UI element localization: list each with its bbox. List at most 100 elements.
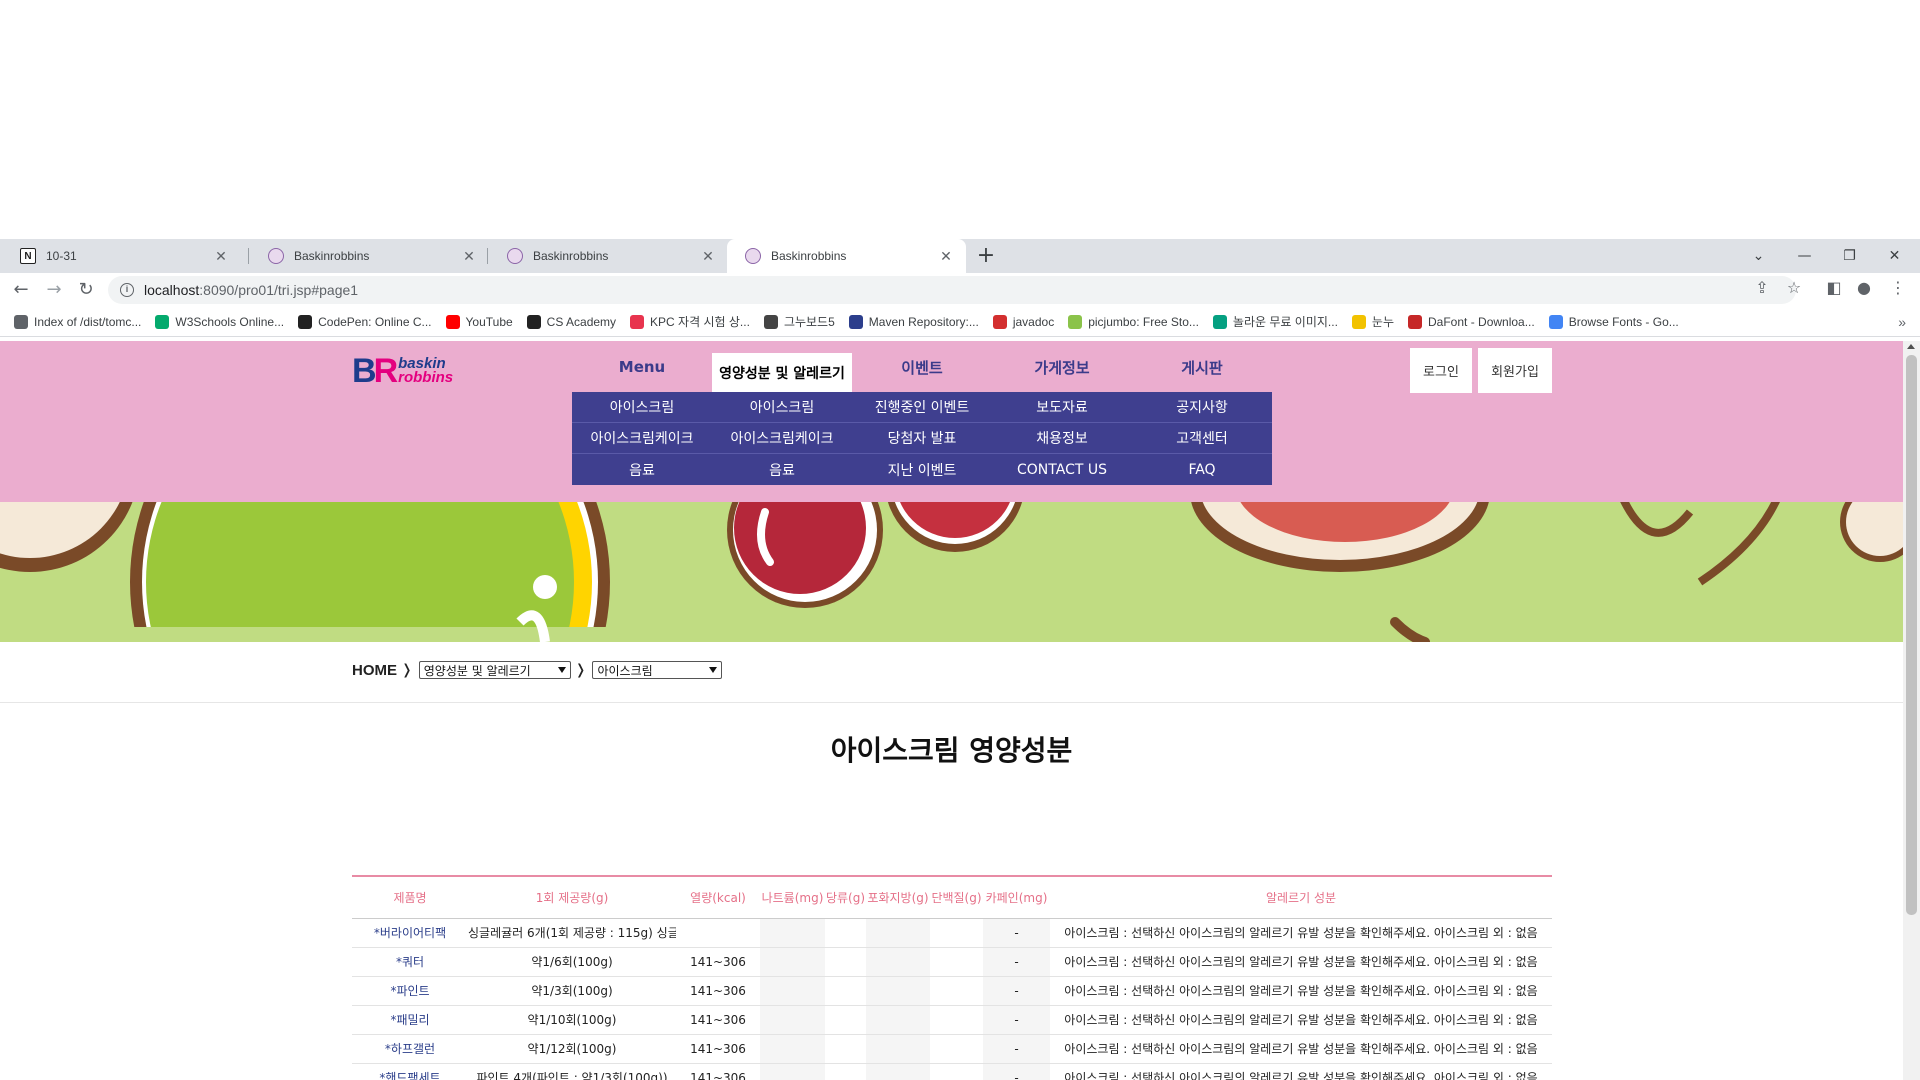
submenu-item[interactable]: 공지사항 — [1132, 392, 1272, 422]
nutrition-table: 제품명 1회 제공량(g) 열량(kcal) 나트륨(mg) 당류(g) 포화지… — [352, 875, 1552, 1080]
login-button[interactable]: 로그인 — [1410, 348, 1472, 393]
bookmark-star-icon[interactable]: ☆ — [1782, 278, 1806, 297]
submenu-item[interactable]: 당첨자 발표 — [852, 423, 992, 453]
product-name-cell[interactable]: *하프갤런 — [352, 1034, 468, 1064]
submenu-item[interactable]: CONTACT US — [992, 454, 1132, 485]
bookmark-label: Index of /dist/tomc... — [34, 314, 142, 329]
tab-title: Baskinrobbins — [294, 249, 370, 263]
submenu-item[interactable]: 아이스크림 — [712, 392, 852, 422]
breadcrumb-home[interactable]: HOME — [352, 662, 397, 679]
page-scrollbar[interactable] — [1903, 341, 1920, 1080]
bookmark-item[interactable]: Index of /dist/tomc... — [14, 314, 142, 329]
browser-tab-4-active[interactable]: Baskinrobbins ✕ — [727, 239, 966, 273]
table-cell — [760, 947, 825, 977]
table-cell: 아이스크림 : 선택하신 아이스크림의 알레르기 유발 성분을 확인해주세요. … — [1050, 918, 1552, 948]
reload-icon[interactable]: ↻ — [74, 278, 98, 302]
close-icon[interactable]: ✕ — [700, 248, 716, 265]
product-name-cell[interactable]: *버라이어티팩 — [352, 918, 468, 948]
scroll-up-icon[interactable] — [1907, 344, 1915, 349]
tab-search-chevron-icon[interactable]: ⌄ — [1736, 239, 1781, 273]
bookmark-item[interactable]: picjumbo: Free Sto... — [1068, 314, 1199, 329]
br-monogram: BR — [352, 352, 398, 390]
nav-nutrition-allergy[interactable]: 영양성분 및 알레르기 — [712, 353, 852, 393]
bookmark-item[interactable]: 놀라운 무료 이미지... — [1212, 313, 1338, 330]
submenu-item[interactable]: 아이스크림 — [572, 392, 712, 422]
window-close-icon[interactable]: ✕ — [1872, 239, 1917, 273]
bookmark-item[interactable]: CS Academy — [526, 314, 617, 329]
submenu-item[interactable]: 아이스크림케이크 — [712, 423, 852, 453]
table-cell: - — [983, 947, 1050, 977]
table-row: *버라이어티팩싱글레귤러 6개(1회 제공량 : 115g) 싱글레귤러 6개 -… — [352, 918, 1552, 948]
bookmark-label: CodePen: Online C... — [318, 314, 432, 329]
tab-divider — [487, 248, 488, 264]
submenu-item[interactable]: 아이스크림케이크 — [572, 423, 712, 453]
site-info-icon[interactable]: i — [120, 283, 134, 297]
bookmark-label: CS Academy — [546, 314, 617, 329]
submenu-item[interactable]: 고객센터 — [1132, 423, 1272, 453]
bookmark-item[interactable]: 그누보드5 — [763, 313, 835, 330]
chevron-right-double-icon[interactable]: » — [1898, 314, 1906, 330]
bookmark-label: javadoc — [1012, 314, 1055, 329]
nav-event[interactable]: 이벤트 — [852, 341, 992, 393]
bookmark-item[interactable]: CodePen: Online C... — [298, 314, 432, 329]
scrollbar-thumb[interactable] — [1906, 355, 1917, 915]
col-header-sugar: 당류(g) — [825, 876, 866, 919]
globe-icon — [14, 314, 28, 329]
table-cell: 141~306 — [676, 1063, 760, 1080]
chevron-down-icon — [557, 667, 566, 673]
profile-avatar-icon[interactable]: ● — [1852, 278, 1876, 297]
submenu-item[interactable]: 음료 — [572, 454, 712, 485]
close-icon[interactable]: ✕ — [213, 248, 229, 265]
browser-tab-2[interactable]: Baskinrobbins ✕ — [250, 239, 489, 273]
site-header: BR baskin robbins Menu 영양성분 및 알레르기 이벤트 가… — [0, 341, 1903, 502]
nav-board[interactable]: 게시판 — [1132, 341, 1272, 393]
bookmark-item[interactable]: YouTube — [445, 314, 513, 329]
table-header-row: 제품명 1회 제공량(g) 열량(kcal) 나트륨(mg) 당류(g) 포화지… — [352, 876, 1552, 919]
bookmark-item[interactable]: 눈누 — [1351, 313, 1394, 330]
nav-menu[interactable]: Menu — [572, 341, 712, 393]
submenu-item[interactable]: 채용정보 — [992, 423, 1132, 453]
close-icon[interactable]: ✕ — [938, 248, 954, 265]
share-icon[interactable]: ⇪ — [1750, 278, 1774, 297]
new-tab-icon[interactable]: + — [972, 243, 1000, 271]
bookmark-item[interactable]: Maven Repository:... — [848, 314, 979, 329]
table-row: *패밀리 약1/10회(100g) 141~306 - 아이스크림 : 선택하신 아이스… — [352, 1005, 1552, 1035]
submenu-item[interactable]: 보도자료 — [992, 392, 1132, 422]
bookmark-item[interactable]: DaFont - Downloa... — [1408, 314, 1535, 329]
product-name-cell[interactable]: *핸드팩세트 — [352, 1063, 468, 1080]
browser-tab-3[interactable]: Baskinrobbins ✕ — [489, 239, 728, 273]
url-host: localhost — [144, 282, 200, 298]
submenu-item[interactable]: 음료 — [712, 454, 852, 485]
bookmark-label: Browse Fonts - Go... — [1568, 314, 1679, 329]
product-name-cell[interactable]: *쿼터 — [352, 947, 468, 977]
baskinrobbins-logo[interactable]: BR baskin robbins — [352, 351, 472, 391]
page-title: 아이스크림 영양성분 — [830, 734, 1073, 767]
table-cell: 아이스크림 : 선택하신 아이스크림의 알레르기 유발 성분을 확인해주세요. … — [1050, 947, 1552, 977]
product-name-cell[interactable]: *파인트 — [352, 976, 468, 1006]
submenu-item[interactable]: FAQ — [1132, 454, 1272, 485]
signup-button[interactable]: 회원가입 — [1478, 348, 1552, 393]
subcategory-select[interactable]: 아이스크림 — [592, 661, 723, 679]
category-select[interactable]: 영양성분 및 알레르기 — [418, 661, 571, 679]
nav-store-info[interactable]: 가게정보 — [992, 341, 1132, 393]
restore-icon[interactable]: ❐ — [1827, 239, 1872, 273]
table-cell: - — [983, 918, 1050, 948]
bookmark-item[interactable]: javadoc — [992, 314, 1055, 329]
submenu-item[interactable]: 지난 이벤트 — [852, 454, 992, 485]
subcategory-select-value: 아이스크림 — [597, 663, 653, 678]
main-nav: Menu 영양성분 및 알레르기 이벤트 가게정보 게시판 — [572, 341, 1272, 393]
forward-arrow-icon[interactable]: → — [42, 278, 66, 302]
chevron-right-icon: ❭ — [401, 662, 413, 678]
submenu-item[interactable]: 진행중인 이벤트 — [852, 392, 992, 422]
minimize-icon[interactable]: — — [1782, 239, 1827, 273]
bookmark-item[interactable]: KPC 자격 시험 상... — [630, 313, 750, 330]
browser-tab-1[interactable]: N 10-31 ✕ — [2, 239, 241, 273]
url-input[interactable]: i localhost:8090/pro01/tri.jsp#page1 — [108, 276, 1796, 304]
back-arrow-icon[interactable]: ← — [9, 278, 33, 302]
close-icon[interactable]: ✕ — [461, 248, 477, 265]
product-name-cell[interactable]: *패밀리 — [352, 1005, 468, 1035]
bookmark-item[interactable]: W3Schools Online... — [155, 314, 284, 329]
side-panel-icon[interactable]: ◧ — [1822, 278, 1846, 297]
bookmark-item[interactable]: Browse Fonts - Go... — [1548, 314, 1679, 329]
browser-menu-icon[interactable]: ⋮ — [1886, 278, 1910, 297]
